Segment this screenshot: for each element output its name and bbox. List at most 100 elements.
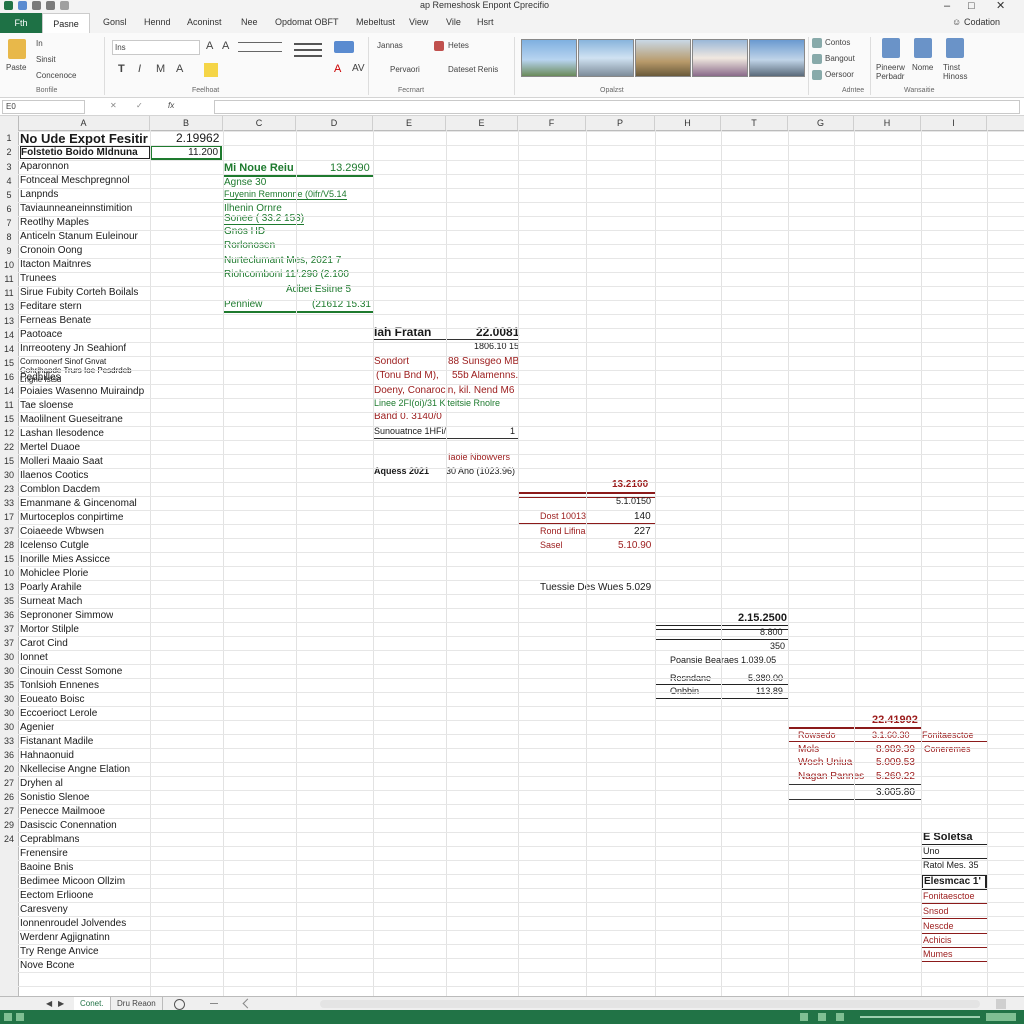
sheet-scroll-icon[interactable] <box>210 1003 218 1004</box>
help-menu[interactable]: Codation <box>964 17 1000 27</box>
align-lines-icon[interactable] <box>238 42 282 52</box>
row-header[interactable]: 11 <box>0 398 18 412</box>
cell-a-10[interactable]: Itacton Maitnres <box>20 259 91 270</box>
block-e-l1a[interactable]: Sondort <box>374 356 409 367</box>
column-header-c[interactable]: C <box>223 116 296 130</box>
row-header[interactable]: 15 <box>0 356 18 370</box>
column-header-e[interactable]: E <box>373 116 446 130</box>
horizontal-scrollbar[interactable] <box>320 1000 980 1008</box>
delete-cells-icon[interactable] <box>812 54 822 64</box>
block-c-line[interactable]: Agnse 30 <box>224 177 266 188</box>
column-header-e2[interactable]: E <box>446 116 518 130</box>
menu-item-3[interactable]: Aconinst <box>187 17 222 27</box>
cell-a-25[interactable]: Ilaenos Cootics <box>20 470 88 481</box>
block-h-r3b[interactable]: 113.89 <box>756 686 783 696</box>
block-c-title[interactable]: Mi Noue Reiu <box>224 162 294 174</box>
cell-a-23[interactable]: Mertel Duaoe <box>20 442 80 453</box>
row-header[interactable]: 30 <box>0 692 18 706</box>
cell-a-31[interactable]: Inorille Mies Assicce <box>20 554 110 565</box>
row-header[interactable]: 30 <box>0 664 18 678</box>
cell-a-14[interactable]: Ferneas Benate <box>20 315 91 326</box>
row-header[interactable]: 27 <box>0 804 18 818</box>
cell-a-5[interactable]: Lanpnds <box>20 189 58 200</box>
row-header[interactable]: 35 <box>0 594 18 608</box>
format-cells-button[interactable]: Oersoor <box>825 70 854 79</box>
row-header[interactable]: 15 <box>0 454 18 468</box>
number-format-2[interactable]: Hetes <box>448 41 469 50</box>
cell-a-27[interactable]: Emanmane & Gincenomal <box>20 498 137 509</box>
number-format-3[interactable]: Pervaori <box>390 65 420 74</box>
block-g-r1b[interactable]: 3.1.60.30 <box>872 730 910 740</box>
macro-icon[interactable] <box>16 1013 24 1021</box>
cell-a-37[interactable]: Carot Cind <box>20 638 68 649</box>
block-f-r2b[interactable]: 227 <box>634 526 651 537</box>
block-f-r1a[interactable]: Dost 10013 <box>540 511 586 521</box>
menu-item-5[interactable]: Opdomat OBFT <box>275 17 339 27</box>
cell-a-6[interactable]: Taviaunneaneinnstimition <box>20 203 132 214</box>
column-header-h[interactable]: H <box>655 116 721 130</box>
cell-a-33[interactable]: Poarly Arahile <box>20 582 82 593</box>
cell-a-50[interactable]: Dasiscic Conennation <box>20 820 117 831</box>
redo-icon[interactable] <box>46 1 55 10</box>
row-header[interactable]: 10 <box>0 258 18 272</box>
block-e-l6b[interactable]: 1 <box>510 426 515 436</box>
row-header[interactable]: 16 <box>0 370 18 384</box>
block-h-r3a[interactable]: Onbbin <box>670 686 699 696</box>
file-tab[interactable]: Fth <box>0 13 42 33</box>
save-icon[interactable] <box>18 1 27 10</box>
paste-icon[interactable] <box>8 39 26 59</box>
cell-a-54[interactable]: Bedimee Micoon Ollzim <box>20 876 125 887</box>
cell-a-3[interactable]: Aparonnon <box>20 161 69 172</box>
grow-font-button[interactable]: A <box>206 40 213 52</box>
block-g-r2b[interactable]: 8.989.39 <box>876 744 915 755</box>
zoom-slider[interactable] <box>860 1016 980 1018</box>
alignment-icons[interactable] <box>292 39 324 79</box>
row-header[interactable]: 33 <box>0 734 18 748</box>
row-header[interactable]: 10 <box>0 566 18 580</box>
block-c-title-value[interactable]: 13.2990 <box>330 162 370 174</box>
cell-a-24[interactable]: Molleri Maaio Saat <box>20 456 103 467</box>
cell-a-30[interactable]: Icelenso Cutgle <box>20 540 89 551</box>
italic-button[interactable]: I <box>138 63 141 75</box>
cell-a-8[interactable]: Anticeln Stanum Euleinour <box>20 231 138 242</box>
cell-a-45[interactable]: Hahnaonuid <box>20 750 74 761</box>
block-g-r2a[interactable]: Mols <box>798 744 819 755</box>
row-header[interactable]: 15 <box>0 412 18 426</box>
number-format-4[interactable]: Dateset Renis <box>448 65 498 74</box>
row-header[interactable]: 22 <box>0 440 18 454</box>
block-e-l6a[interactable]: Sunouatnce 1HFi/ <box>374 426 446 436</box>
row-header[interactable]: 36 <box>0 748 18 762</box>
wrap-icon[interactable] <box>334 41 354 53</box>
cell-a-1[interactable]: No Ude Expot Fesitire <box>20 131 148 146</box>
block-f-title[interactable]: 13.2100 <box>612 479 648 490</box>
row-header[interactable]: 1 <box>0 131 18 145</box>
menu-item-2[interactable]: Hennd <box>144 17 171 27</box>
sort-button[interactable]: Pineerw Perbadr <box>876 63 910 81</box>
cell-a-15[interactable]: Paotoace <box>20 329 62 340</box>
block-f-foot[interactable]: Tuessie Des Wues 5.029 <box>540 582 651 593</box>
add-sheet-icon[interactable] <box>174 999 185 1010</box>
cell-b2[interactable]: 11.200 <box>150 145 222 160</box>
page-break-icon[interactable] <box>836 1013 844 1021</box>
cell-a-29[interactable]: Coiaeede Wbwsen <box>20 526 104 537</box>
menu-item-1[interactable]: Gonsl <box>103 17 127 27</box>
block-f-r1b[interactable]: 140 <box>634 511 651 522</box>
underline-button[interactable]: M <box>156 63 165 75</box>
menu-item-7[interactable]: View <box>409 17 428 27</box>
block-c-line[interactable]: Sonee ( 33.2 153) <box>224 213 305 225</box>
style-thumbnail-3[interactable] <box>635 39 691 77</box>
row-header[interactable]: 29 <box>0 818 18 832</box>
cell-a-9[interactable]: Cronoin Oong <box>20 245 82 256</box>
block-e-l3[interactable]: Doeny, Conarocin, kil. Nend M6 <box>374 385 514 396</box>
cell-a-13[interactable]: Feditare stern <box>20 301 82 312</box>
cell-a-59[interactable]: Try Renge Anvice <box>20 946 99 957</box>
row-header[interactable]: 5 <box>0 188 18 202</box>
sort-icon[interactable] <box>882 38 900 58</box>
cell-a-60[interactable]: Nove Bcone <box>20 960 74 971</box>
page-layout-icon[interactable] <box>818 1013 826 1021</box>
font-color-button[interactable]: A <box>334 63 341 75</box>
row-header[interactable]: 6 <box>0 202 18 216</box>
cell-a-44[interactable]: Fistanant Madile <box>20 736 93 747</box>
cell-a-57[interactable]: Ionnenroudel Jolvendes <box>20 918 126 929</box>
column-header-g[interactable]: G <box>788 116 854 130</box>
